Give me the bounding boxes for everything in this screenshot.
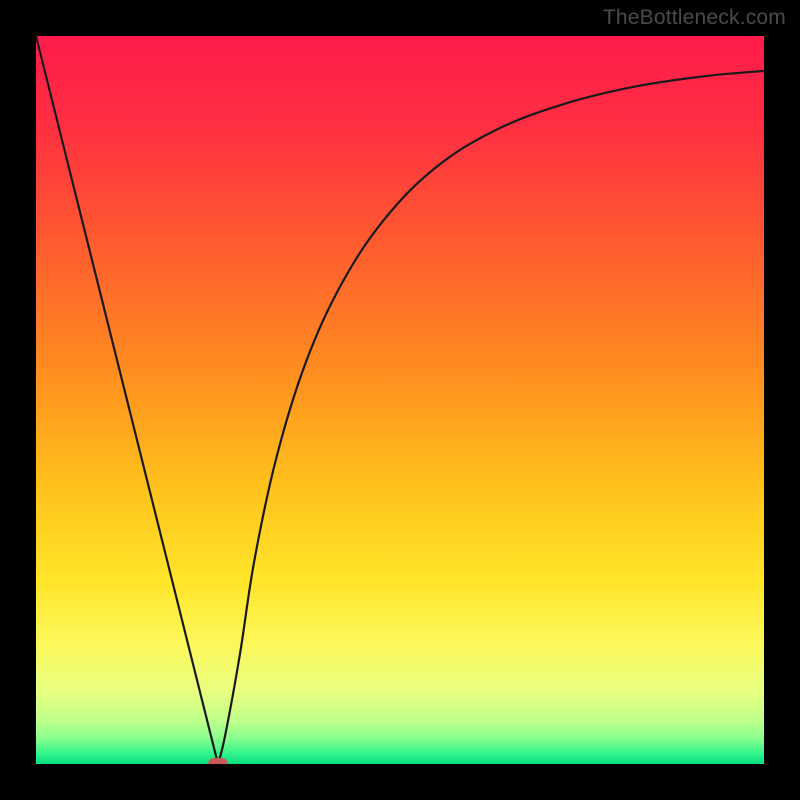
watermark-text: TheBottleneck.com <box>603 6 786 30</box>
plot-area <box>36 36 764 764</box>
chart-frame: TheBottleneck.com <box>0 0 800 800</box>
optimal-point-marker <box>208 758 228 764</box>
bottleneck-curve <box>36 36 764 764</box>
